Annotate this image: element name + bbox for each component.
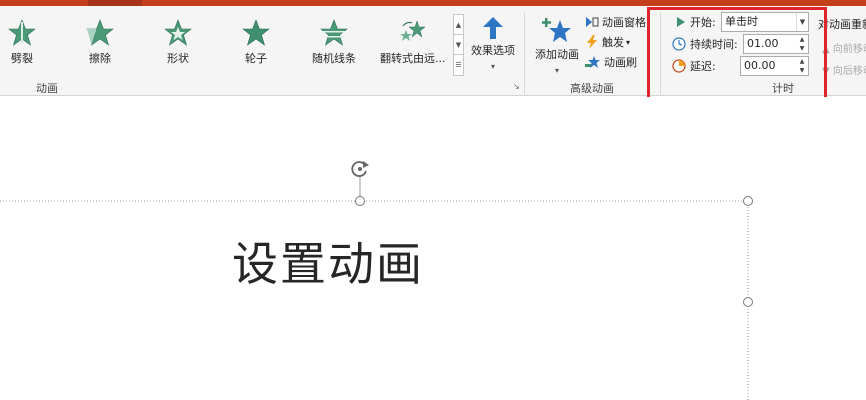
resize-handle-right[interactable] — [743, 297, 753, 307]
group-separator — [524, 12, 525, 96]
chevron-down-icon: ▾ — [554, 66, 559, 75]
flip-star-icon — [400, 20, 426, 41]
animation-pane-icon — [586, 17, 599, 27]
gallery-scroll[interactable]: ▲ ▼ ☰ — [453, 14, 464, 76]
move-earlier-button[interactable]: ▲ 向前移动 — [822, 40, 866, 55]
add-animation-star-icon — [542, 18, 571, 42]
gallery-scroll-down-icon[interactable]: ▼ — [454, 35, 463, 55]
animation-group-label: 动画 — [36, 82, 58, 95]
animation-painter-button[interactable]: 动画刷 — [585, 52, 637, 72]
chevron-down-icon: ▾ — [490, 62, 495, 71]
slide-canvas[interactable]: 设置动画 — [0, 97, 866, 400]
animation-label: 形状 — [167, 52, 189, 65]
animation-pane-button[interactable]: 动画窗格 — [585, 12, 646, 32]
animation-label: 劈裂 — [11, 52, 33, 65]
random-bars-star-icon — [320, 19, 348, 46]
animation-painter-label: 动画刷 — [604, 56, 637, 69]
shape-star-icon — [164, 19, 192, 46]
animation-label: 轮子 — [245, 52, 267, 65]
add-animation-button[interactable]: 添加动画 ▾ — [530, 16, 584, 75]
effect-options-label: 效果选项 — [471, 44, 515, 57]
animation-label: 翻转式由远... — [380, 52, 446, 65]
animation-split[interactable]: 劈裂 — [0, 18, 54, 68]
wheel-star-icon — [242, 19, 270, 46]
move-later-label: 向后移动 — [832, 66, 866, 76]
lightning-icon — [587, 35, 597, 49]
animation-wipe[interactable]: 擦除 — [68, 18, 132, 68]
split-star-icon — [8, 19, 36, 46]
advanced-animation-group-label: 高级动画 — [570, 82, 614, 95]
move-earlier-label: 向前移动 — [832, 44, 866, 55]
animation-label: 随机线条 — [312, 52, 356, 65]
wipe-star-icon — [86, 19, 114, 46]
dialog-launcher-icon[interactable]: ↘ — [513, 82, 520, 91]
resize-handle-top[interactable] — [355, 196, 365, 206]
selection-frame — [0, 177, 749, 400]
animation-shape[interactable]: 形状 — [146, 18, 210, 68]
gallery-more-icon[interactable]: ☰ — [454, 55, 463, 75]
animation-painter-icon — [585, 56, 600, 68]
effect-options-button[interactable]: 效果选项 ▾ — [468, 16, 518, 71]
move-later-button[interactable]: ▼ 向后移动 — [822, 62, 866, 76]
trigger-button[interactable]: 触发 ▾ — [585, 32, 630, 52]
animation-pane-label: 动画窗格 — [602, 16, 646, 29]
gallery-scroll-up-icon[interactable]: ▲ — [454, 15, 463, 35]
up-arrow-icon — [483, 17, 503, 39]
slide-title-text[interactable]: 设置动画 — [232, 228, 424, 294]
animation-wheel[interactable]: 轮子 — [224, 18, 288, 68]
chevron-down-icon: ▾ — [626, 37, 631, 47]
animation-random-bars[interactable]: 随机线条 — [302, 18, 366, 68]
animation-label: 擦除 — [89, 52, 111, 65]
add-animation-label: 添加动画 — [535, 48, 579, 61]
animation-flip[interactable]: 翻转式由远... — [380, 18, 446, 68]
rotate-handle-icon[interactable] — [348, 157, 372, 181]
resize-handle-top-right[interactable] — [743, 196, 753, 206]
trigger-label: 触发 — [602, 36, 624, 49]
